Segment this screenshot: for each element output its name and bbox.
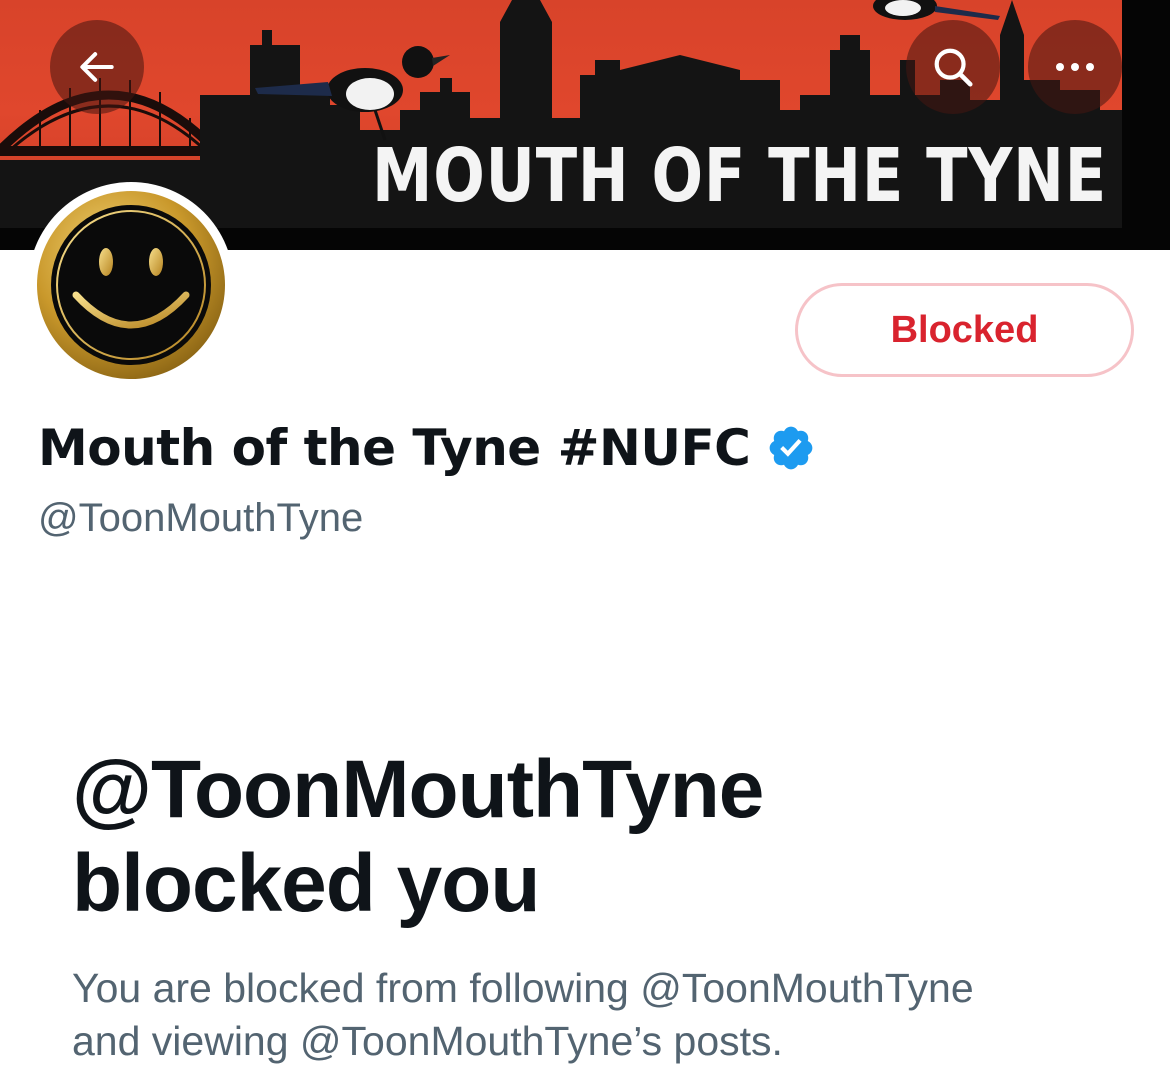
display-name-row: Mouth of the Tyne #NUFC bbox=[38, 415, 816, 481]
search-icon bbox=[934, 48, 973, 87]
profile-avatar[interactable] bbox=[28, 182, 234, 388]
more-options-button[interactable] bbox=[1028, 20, 1122, 114]
blocked-notice-heading: @ToonMouthTyne blocked you bbox=[72, 743, 1072, 931]
back-button[interactable] bbox=[50, 20, 144, 114]
blocked-description-line-1: You are blocked from following @ToonMout… bbox=[72, 965, 974, 1011]
smiley-face-avatar-icon bbox=[37, 191, 225, 379]
display-name: Mouth of the Tyne #NUFC bbox=[38, 419, 751, 477]
banner-title-text: MOUTH OF THE TYNE bbox=[372, 133, 1107, 219]
blocked-button[interactable]: Blocked bbox=[795, 283, 1134, 377]
blocked-heading-line-2: blocked you bbox=[72, 838, 540, 929]
magpie-bird-right bbox=[873, 0, 1000, 20]
banner-dark-edge bbox=[1122, 0, 1170, 250]
search-button[interactable] bbox=[906, 20, 1000, 114]
more-horizontal-icon bbox=[1056, 63, 1094, 71]
verified-badge-icon[interactable] bbox=[766, 423, 816, 473]
profile-handle: @ToonMouthTyne bbox=[38, 496, 364, 540]
blocked-description-line-2: and viewing @ToonMouthTyne’s posts. bbox=[72, 1018, 783, 1064]
arrow-left-icon bbox=[80, 52, 114, 82]
blocked-heading-line-1: @ToonMouthTyne bbox=[72, 744, 764, 835]
blocked-notice-description: You are blocked from following @ToonMout… bbox=[72, 962, 1152, 1068]
